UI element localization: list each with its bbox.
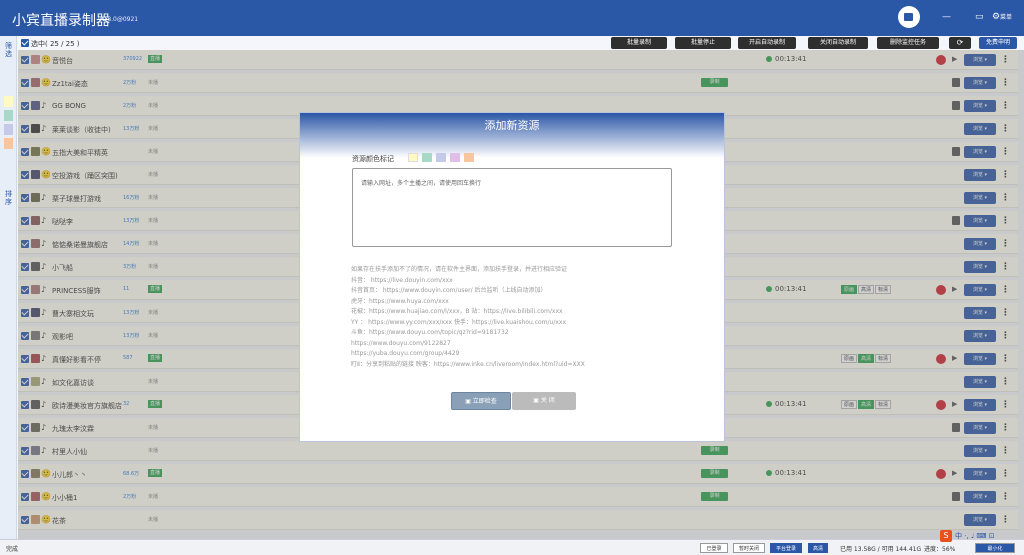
- temp-close-button[interactable]: 暂时关闭: [733, 543, 765, 553]
- title-bar: 小宾直播录制器 v1.8.0@0921 — ▭ ⚙ 菜单: [0, 0, 1024, 36]
- menu-button[interactable]: 菜单: [1000, 12, 1012, 21]
- toolbar: 选中( 25 / 25 ) 批量录制 批量停止 开启自动录制 关闭自动录制 删除…: [18, 36, 1024, 50]
- minimize-to-tray-button[interactable]: 最小化: [975, 543, 1015, 553]
- color-tag-label: 资源颜色标记: [352, 155, 394, 163]
- sort-label[interactable]: 排序: [4, 190, 13, 206]
- color-swatch-yellow[interactable]: [408, 153, 418, 162]
- app-version: v1.8.0@0921: [98, 16, 139, 23]
- check-now-button[interactable]: ▣ 立即检查: [451, 392, 511, 410]
- disclaimer-button[interactable]: 免费申明: [979, 37, 1017, 49]
- disk-usage: 已用 13.58G / 可用 144.41G: [840, 546, 922, 553]
- gear-icon[interactable]: ⚙: [992, 12, 1000, 22]
- batch-stop-button[interactable]: 批量停止: [675, 37, 731, 49]
- close-label: 关 闭: [540, 397, 555, 404]
- help-text: 如果存在扶手添加不了的情况，请在软件主界面，添加扶手登录，并进行相应验证 抖音：…: [351, 265, 701, 370]
- color-swatch-green[interactable]: [422, 153, 432, 162]
- batch-record-button[interactable]: 批量录制: [611, 37, 667, 49]
- color-filter-blue[interactable]: [4, 124, 13, 135]
- close-icon: ▣: [533, 397, 541, 404]
- folder-icon[interactable]: ▭: [975, 12, 984, 22]
- help-line: 抖音： https://live.douyin.com/xxx: [351, 276, 453, 284]
- record-camera-icon[interactable]: [898, 6, 920, 28]
- help-line: 斗鱼：https://www.douyu.com/topic/qz?rid=91…: [351, 329, 509, 336]
- help-line: 抖音首页： https://www.douyin.com/user/ 后台监听（…: [351, 287, 547, 294]
- color-filter-yellow[interactable]: [4, 96, 13, 107]
- minimize-icon[interactable]: —: [942, 12, 951, 22]
- dialog-title: 添加新资源: [300, 113, 724, 158]
- check-icon: ▣: [465, 398, 473, 405]
- check-now-label: 立即检查: [472, 398, 497, 405]
- refresh-icon[interactable]: ⟳: [949, 37, 971, 49]
- app-title: 小宾直播录制器: [12, 13, 110, 29]
- left-filter-strip: 筛选 排序: [0, 36, 17, 539]
- filter-label[interactable]: 筛选: [4, 42, 13, 58]
- add-resource-dialog: 添加新资源 资源颜色标记 请输入网址，多个主播之间，请使用回车换行 如果存在扶手…: [299, 112, 725, 442]
- color-filter-green[interactable]: [4, 110, 13, 121]
- close-button[interactable]: ▣ 关 闭: [512, 392, 576, 410]
- logged-in-button[interactable]: 已登录: [700, 543, 728, 553]
- quality-button[interactable]: 高清: [808, 543, 828, 553]
- color-swatch-blue[interactable]: [436, 153, 446, 162]
- ime-toolbar[interactable]: 中 ·, ♩ ⌨ ⊡: [955, 531, 995, 541]
- help-line: https://www.douyu.com/9122827: [351, 339, 451, 347]
- selection-count: 选中( 25 / 25 ): [31, 40, 80, 48]
- platform-login-button[interactable]: 平台登录: [770, 543, 802, 553]
- color-swatch-orange[interactable]: [464, 153, 474, 162]
- help-line: https://yuba.douyu.com/group/4429: [351, 350, 460, 357]
- enable-auto-record-button[interactable]: 开启自动录制: [738, 37, 796, 49]
- help-line: 虎牙：https://www.huya.com/xxx: [351, 297, 449, 305]
- help-line: 如果存在扶手添加不了的情况，请在软件主界面，添加扶手登录，并进行相应验证: [351, 266, 568, 273]
- help-line: 花椒：https://www.huajiao.com/l/xxx，B 站：htt…: [351, 308, 563, 315]
- select-all-checkbox[interactable]: [21, 39, 29, 47]
- color-filter-orange[interactable]: [4, 138, 13, 149]
- progress-text: 进度：56%: [924, 546, 956, 553]
- status-bar: 完成 已登录 暂时关闭 平台登录 高清 已用 13.58G / 可用 144.4…: [0, 539, 1024, 555]
- status-text: 完成: [6, 546, 19, 553]
- disable-auto-record-button[interactable]: 关闭自动录制: [808, 37, 868, 49]
- delete-tasks-button[interactable]: 删除监控任务: [877, 37, 939, 49]
- color-swatch-purple[interactable]: [450, 153, 460, 162]
- url-input[interactable]: 请输入网址，多个主播之间，请使用回车换行: [352, 168, 672, 247]
- help-line: 盯Ⅱ：分享到粘贴的链接 映客：https://www.inke.cn/liver…: [351, 360, 585, 368]
- help-line: YY ： https://www.yy.com/xxx/xxx 快手：https…: [351, 318, 567, 326]
- sogou-ime-icon[interactable]: S: [940, 530, 952, 542]
